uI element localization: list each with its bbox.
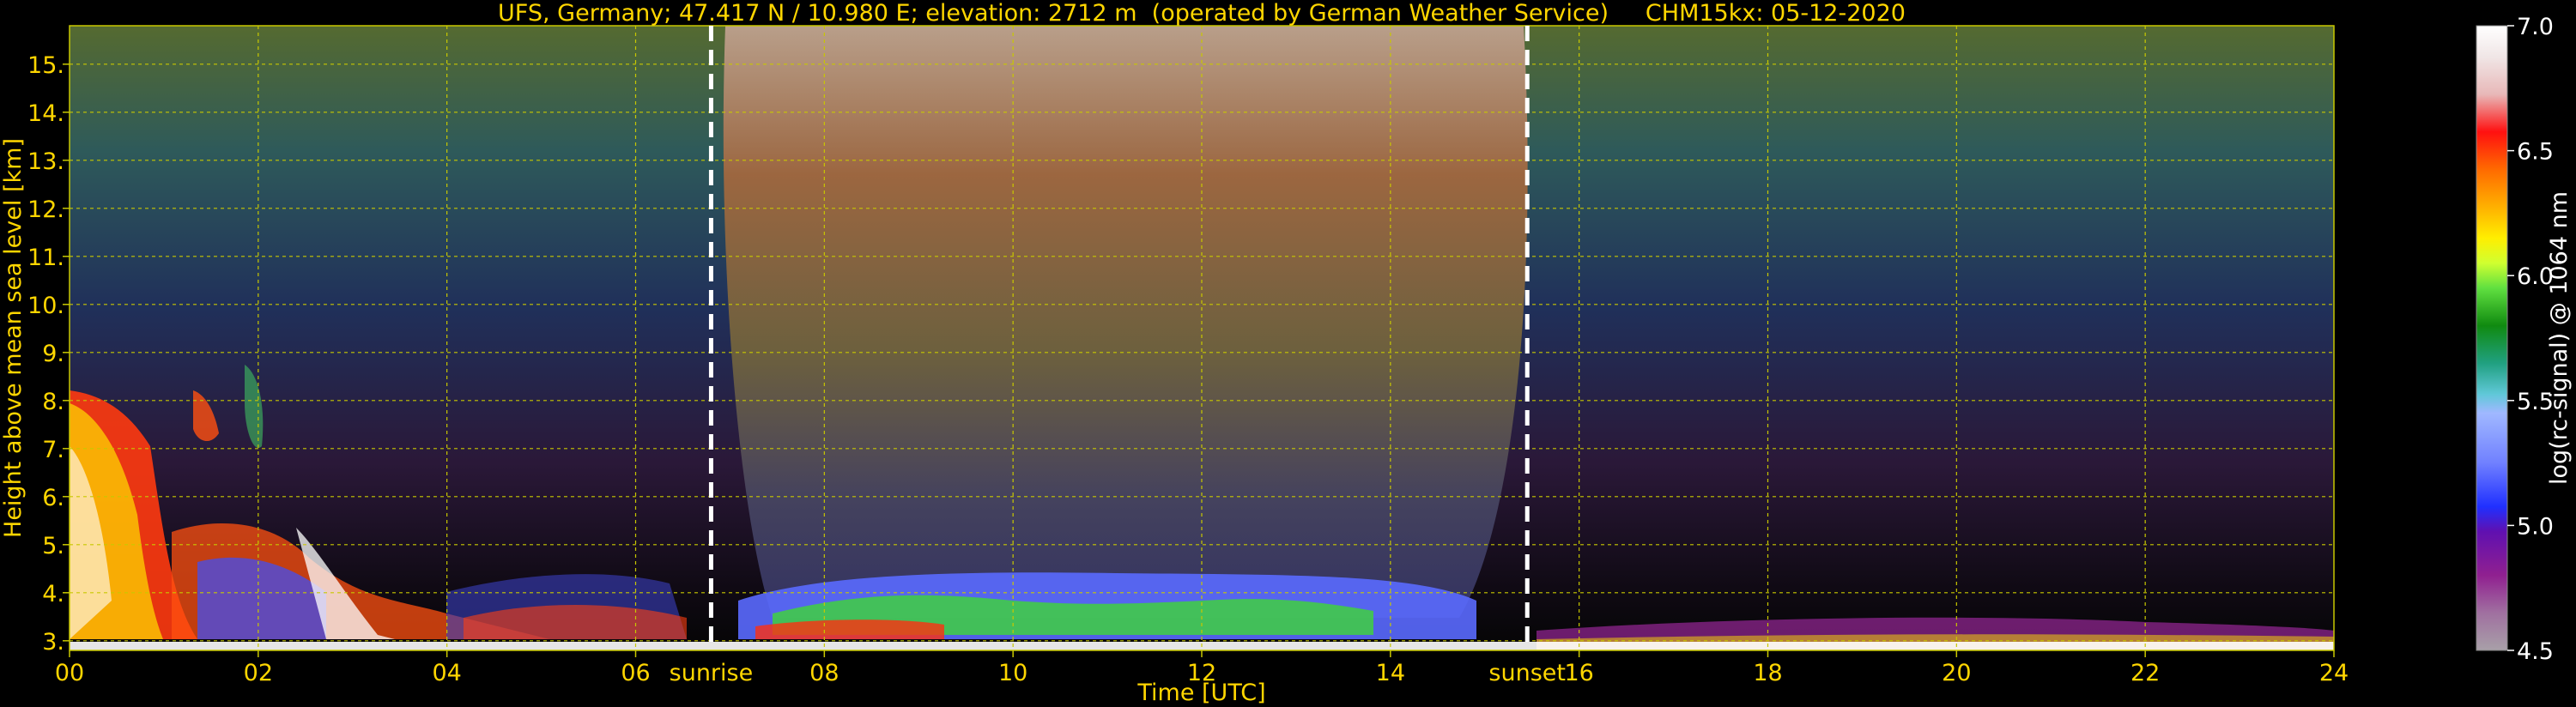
sunset-label: sunset bbox=[1488, 660, 1566, 686]
y-tick-label: 8. bbox=[42, 389, 64, 415]
colorbar-label: log(rc-signal) @ 1064 nm bbox=[2546, 191, 2573, 485]
x-tick-label: 22 bbox=[2131, 660, 2160, 686]
colorbar-tick-label: 6.5 bbox=[2517, 139, 2554, 166]
x-tick-label: 04 bbox=[432, 660, 461, 686]
colorbar bbox=[2476, 26, 2507, 650]
x-tick-label: 06 bbox=[621, 660, 650, 686]
x-tick-label: 14 bbox=[1376, 660, 1405, 686]
y-tick-label: 6. bbox=[42, 485, 64, 511]
ceilometer-chart: sunrise sunset 3. 4. 5. 6. 7. 8. 9. 10. 11. 12. 13.… bbox=[0, 0, 2573, 706]
y-tick-label: 15. bbox=[27, 52, 64, 79]
colorbar-tick-label: 4.5 bbox=[2517, 638, 2554, 665]
y-tick-label: 14. bbox=[27, 100, 64, 127]
y-tick-label: 3. bbox=[42, 629, 64, 656]
x-tick-label: 20 bbox=[1942, 660, 1971, 686]
colorbar-tick-label: 5.0 bbox=[2517, 513, 2554, 540]
y-axis-label: Height above mean sea level [km] bbox=[0, 138, 27, 538]
y-tick-label: 4. bbox=[42, 581, 64, 607]
y-tick-label: 11. bbox=[27, 245, 64, 271]
x-tick-label: 16 bbox=[1564, 660, 1593, 686]
colorbar-tick-label: 7.0 bbox=[2517, 14, 2554, 40]
x-tick-label: 18 bbox=[1753, 660, 1782, 686]
sunrise-label: sunrise bbox=[670, 660, 754, 686]
chart-title: UFS, Germany; 47.417 N / 10.980 E; eleva… bbox=[498, 0, 1906, 27]
y-tick-label: 12. bbox=[27, 196, 64, 223]
x-axis-label: Time [UTC] bbox=[1136, 680, 1265, 706]
y-tick-label: 10. bbox=[27, 293, 64, 319]
x-tick-label: 02 bbox=[244, 660, 273, 686]
x-tick-label: 00 bbox=[55, 660, 84, 686]
y-tick-label: 7. bbox=[42, 437, 64, 463]
y-tick-label: 13. bbox=[27, 148, 64, 175]
y-tick-label: 9. bbox=[42, 341, 64, 367]
y-tick-label: 5. bbox=[42, 533, 64, 559]
x-tick-label: 24 bbox=[2319, 660, 2349, 686]
x-tick-label: 10 bbox=[998, 660, 1027, 686]
y-tick-labels: 3. 4. 5. 6. 7. 8. 9. 10. 11. 12. 13. 14. 15. bbox=[27, 52, 70, 656]
x-tick-label: 08 bbox=[809, 660, 839, 686]
